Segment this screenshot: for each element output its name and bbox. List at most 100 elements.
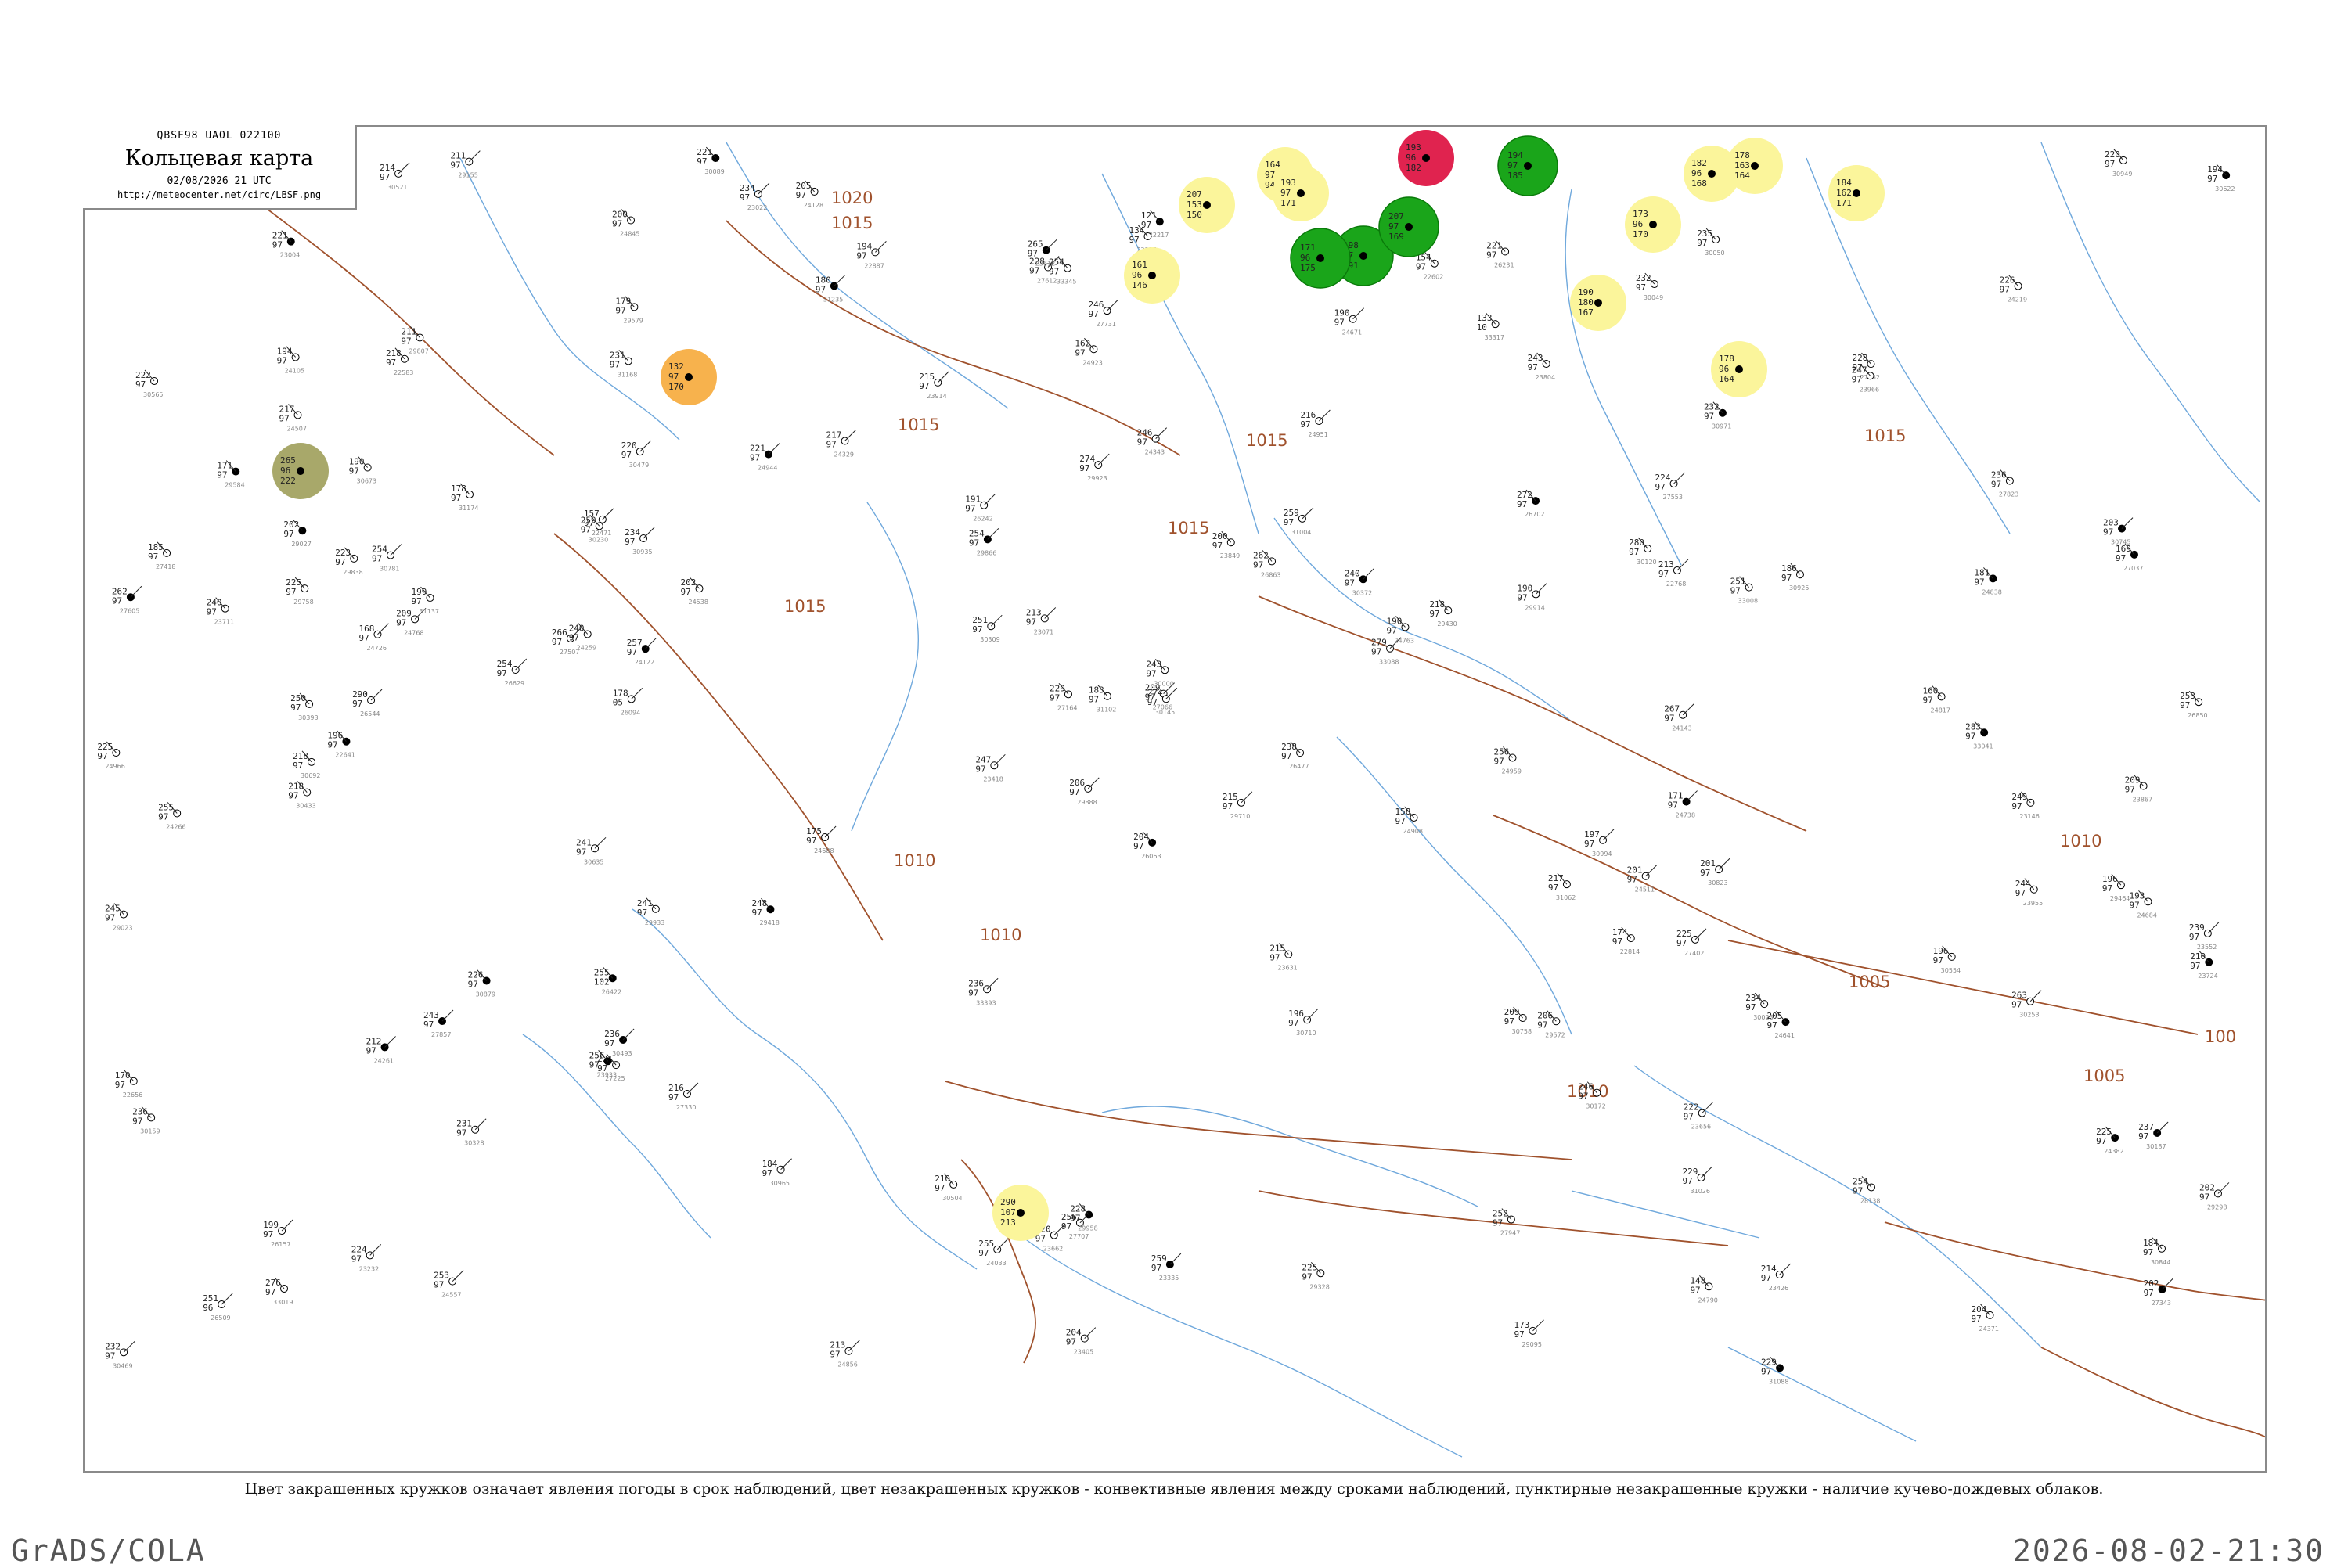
station-id: 29430: [1437, 620, 1457, 628]
thunderstorm-icon: [1422, 154, 1430, 162]
station-value: 97: [288, 791, 298, 801]
station-value: 97: [1690, 1285, 1700, 1295]
station-value: 96: [203, 1303, 213, 1313]
wind-barb-icon: [631, 688, 643, 699]
station-plot: 1849730965: [762, 1158, 792, 1187]
river-line: [459, 157, 680, 441]
station-value: 97: [1974, 577, 1984, 587]
bulletin-code: QBSF98 UAOL 022100: [157, 130, 282, 142]
station-id: 26544: [360, 710, 380, 717]
station-value: 97: [1137, 437, 1147, 448]
river-line: [1101, 173, 1259, 534]
station-value: 97: [1745, 1002, 1756, 1012]
station-id: 33088: [1379, 659, 1399, 666]
station-id: 23426: [1769, 1285, 1788, 1292]
station-value: 97: [1664, 714, 1674, 724]
station-layer: 2049726063178052609419997261571919726242…: [97, 146, 2235, 1385]
wind-barb-icon: [1694, 928, 1707, 940]
station-plot: 2139724856: [830, 1340, 860, 1368]
station-value: 171: [1300, 243, 1316, 253]
map-canvas: 1015101510151020101510151015101510101010…: [97, 130, 2265, 1458]
station-plot: 1759724688: [806, 825, 837, 854]
station-plot: 2409730372: [1345, 567, 1375, 596]
station-id: 22656: [123, 1091, 142, 1099]
station-id: 23724: [2198, 973, 2217, 980]
station-value: 97: [112, 595, 122, 606]
shower-icon: [1148, 272, 1156, 279]
station-plot: 2369730493: [604, 1028, 635, 1057]
station-plot: 1609724817: [1923, 685, 1950, 714]
station-value: 97: [1129, 235, 1139, 245]
station-value: 182: [1406, 163, 1421, 173]
station-id: 30994: [1592, 851, 1612, 858]
station-value: 97: [1388, 221, 1399, 232]
station-value: 97: [1668, 800, 1678, 811]
station-id: 31088: [1769, 1378, 1788, 1385]
station-plot: 2049723405: [1066, 1327, 1097, 1356]
station-id: 24908: [1403, 828, 1423, 835]
water-layer: [459, 142, 2261, 1458]
station-value: 97: [293, 761, 303, 771]
isobar-value-label: 1010: [894, 851, 935, 870]
isobar-value-label: 1010: [2060, 832, 2101, 851]
station-id: 24511: [1635, 886, 1655, 894]
station-value: 97: [286, 587, 296, 597]
station-id: 26702: [1525, 511, 1544, 518]
station-id: 31004: [1291, 529, 1311, 536]
wind-barb-icon: [1107, 299, 1118, 311]
shower-icon: [1203, 201, 1211, 209]
station-plot: 25510226422: [594, 966, 621, 995]
station-value: 178: [1734, 150, 1750, 160]
wind-barb-icon: [1673, 472, 1685, 484]
station-id: 29572: [1545, 1031, 1565, 1038]
station-value: 150: [1187, 210, 1202, 220]
shower-icon: [1751, 162, 1759, 170]
station-id: 23004: [280, 252, 300, 259]
station-id: 24105: [285, 367, 304, 374]
station-plot: 2139723071: [1026, 607, 1057, 635]
station-value: 97: [1151, 1263, 1161, 1273]
wind-barb-icon: [452, 1270, 464, 1282]
isobar-value-label: 1020: [831, 189, 873, 207]
station-value: 97: [1075, 347, 1085, 358]
station-value: 107: [1000, 1207, 1016, 1217]
station-id: 27164: [1057, 704, 1077, 711]
station-id: 27330: [676, 1104, 696, 1111]
station-value: 97: [762, 1168, 772, 1178]
wind-barb-icon: [390, 544, 402, 556]
station-plot: 2229723656: [1684, 1102, 1714, 1131]
station-id: 23232: [359, 1265, 379, 1272]
station-id: 26094: [621, 709, 640, 716]
station-plot: 2219723004: [272, 230, 300, 259]
station-id: 23662: [1043, 1246, 1063, 1253]
station-id: 24259: [577, 644, 596, 651]
station-plot: 2479723418: [975, 753, 1006, 782]
station-id: 29933: [645, 919, 664, 926]
station-plot: 2239729838: [335, 547, 363, 576]
station-id: 29418: [759, 919, 779, 926]
wind-barb-icon: [990, 614, 1003, 627]
station-value: 97: [1991, 480, 2001, 490]
station-id: 26157: [271, 1241, 290, 1248]
station-value: 97: [1066, 1337, 1076, 1347]
station-plot: 2539726850: [2180, 690, 2208, 719]
station-plot: 1849730844: [2143, 1237, 2170, 1266]
station-value: 207: [1187, 189, 1202, 200]
station-value: 97: [1514, 1329, 1524, 1340]
station-plot: 1589724908: [1395, 806, 1423, 835]
station-id: 30493: [612, 1050, 632, 1057]
shower-icon: [1708, 170, 1716, 178]
station-plot: 2349730023: [1745, 992, 1774, 1021]
river-line: [2040, 142, 2261, 503]
station-value: 97: [750, 453, 760, 463]
station-id: 27037: [2123, 565, 2143, 572]
station-id: 23405: [1074, 1349, 1093, 1356]
wind-barb-icon: [2121, 517, 2134, 529]
station-plot: 2489729418: [751, 897, 780, 926]
station-value: 97: [2102, 883, 2112, 894]
station-plot: 1809731235: [816, 275, 846, 303]
station-id: 23966: [1860, 386, 1879, 393]
station-value: 97: [576, 847, 586, 857]
station-value: 97: [965, 504, 975, 514]
station-value: 164: [1265, 160, 1280, 170]
